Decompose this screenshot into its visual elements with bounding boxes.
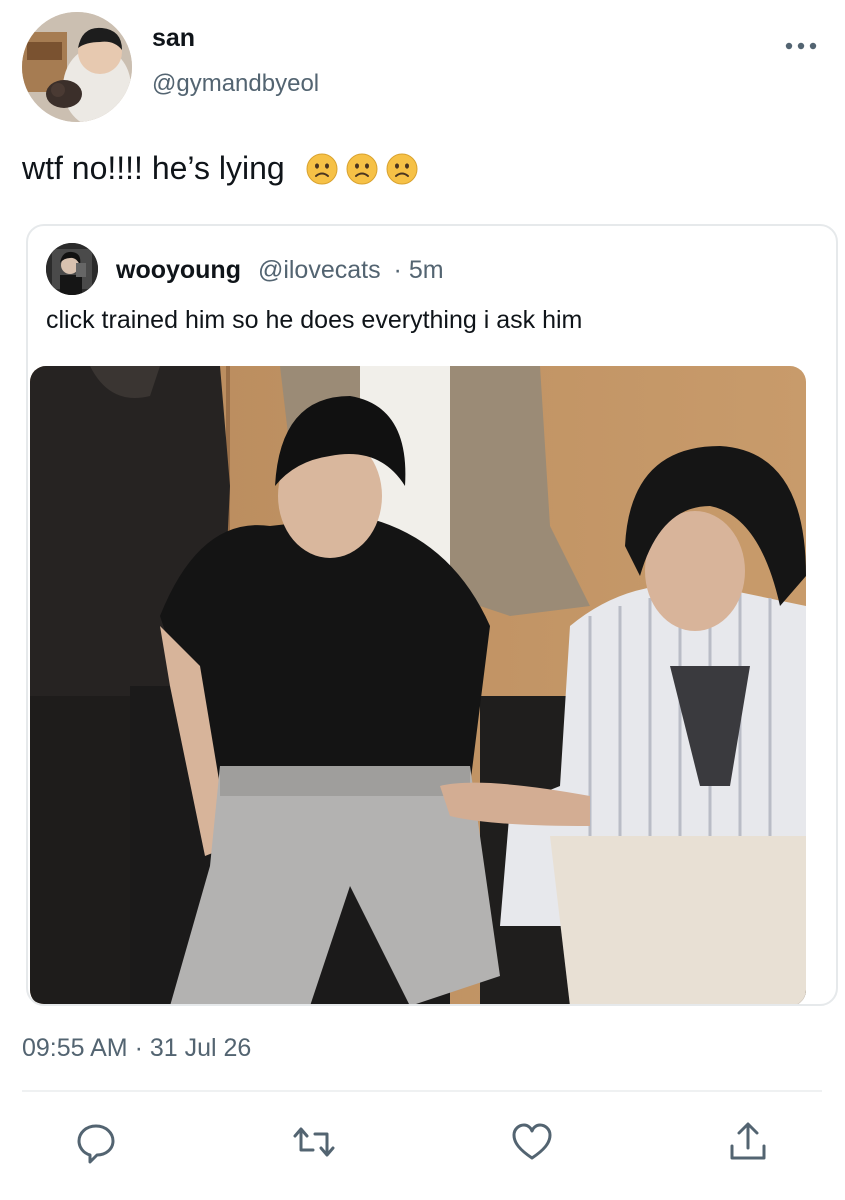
- quoted-author-name: wooyoung: [116, 256, 241, 284]
- quoted-tweet-header: wooyoung @ilovecats · 5m: [116, 256, 444, 285]
- author-display-name[interactable]: san: [152, 24, 195, 53]
- slightly-frowning-face-icon: [386, 153, 418, 185]
- slightly-frowning-face-icon: [306, 153, 338, 185]
- quoted-tweet-text: click trained him so he does everything …: [46, 306, 583, 334]
- more-options-icon[interactable]: [783, 34, 819, 58]
- slightly-frowning-face-icon: [346, 153, 378, 185]
- quoted-photo-image: [30, 366, 806, 1004]
- quoted-author-avatar: [46, 243, 98, 295]
- author-handle[interactable]: @gymandbyeol: [152, 70, 319, 98]
- like-icon[interactable]: [510, 1120, 554, 1164]
- tweet-text-content: wtf no!!!! he’s lying: [22, 150, 285, 186]
- reply-icon[interactable]: [74, 1120, 118, 1164]
- quoted-tweet-photo[interactable]: [30, 366, 806, 1004]
- tweet-timestamp[interactable]: 09:55 AM · 31 Jul 26: [22, 1034, 251, 1063]
- quoted-tweet-card[interactable]: wooyoung @ilovecats · 5m click trained h…: [26, 224, 838, 1006]
- share-icon[interactable]: [726, 1120, 770, 1164]
- author-avatar-image: [22, 12, 132, 122]
- divider: [22, 1090, 822, 1092]
- quoted-tweet-age: · 5m: [393, 256, 444, 284]
- retweet-icon[interactable]: [292, 1120, 336, 1164]
- quoted-avatar-image: [46, 243, 98, 295]
- quoted-author-handle: @ilovecats: [257, 256, 381, 284]
- author-avatar[interactable]: [22, 12, 132, 122]
- tweet-text: wtf no!!!! he’s lying: [22, 150, 418, 187]
- tweet-emojis: [306, 153, 418, 185]
